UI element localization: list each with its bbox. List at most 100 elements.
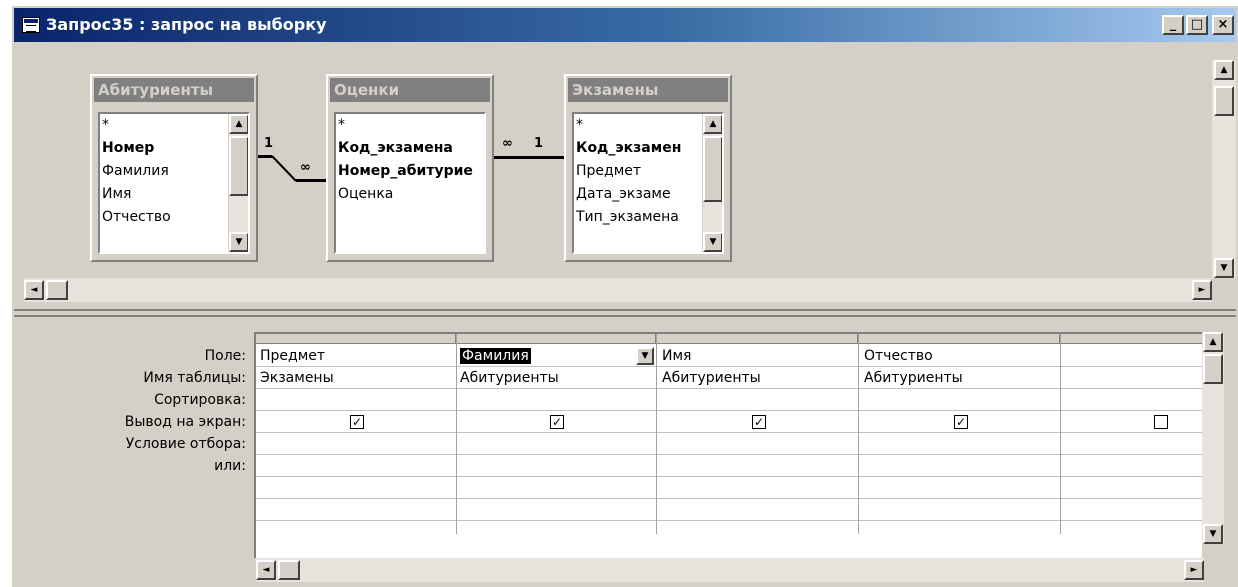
table-cell[interactable]: Абитуриенты	[860, 367, 1060, 389]
field-item[interactable]: Дата_экзаме	[574, 183, 722, 206]
field-item[interactable]: *	[336, 114, 484, 137]
scroll-down-button[interactable]: ▼	[703, 232, 722, 252]
column-selector[interactable]	[1060, 334, 1204, 344]
scroll-thumb[interactable]	[1214, 86, 1234, 116]
scroll-thumb[interactable]	[703, 136, 722, 202]
relationship-many-label: ∞	[300, 160, 311, 175]
field-list-scrollbar[interactable]: ▲ ▼	[228, 114, 248, 252]
field-list-ocenki[interactable]: Оценки * Код_экзамена Номер_абитурие Оце…	[326, 74, 494, 262]
field-list-caption[interactable]: Экзамены	[568, 78, 728, 102]
field-item[interactable]: Фамилия	[100, 160, 248, 183]
row-label-show: Вывод на экран:	[124, 414, 246, 430]
scroll-down-button[interactable]: ▼	[1203, 524, 1223, 544]
scroll-left-button[interactable]: ◄	[256, 560, 276, 580]
field-item-key[interactable]: Номер	[100, 137, 248, 160]
pane-splitter[interactable]	[14, 309, 1236, 317]
row-label-field: Поле:	[204, 348, 246, 364]
minimize-button[interactable]: _	[1162, 15, 1184, 35]
field-list-body: * Код_экзамен Предмет Дата_экзаме Тип_эк…	[572, 112, 724, 254]
field-list-ekzameny[interactable]: Экзамены * Код_экзамен Предмет Дата_экза…	[564, 74, 732, 262]
checkmark-icon: ✓	[351, 415, 363, 429]
field-item-key[interactable]: Код_экзамен	[574, 137, 722, 160]
scroll-down-button[interactable]: ▼	[1214, 258, 1234, 278]
field-list-abiturienty[interactable]: Абитуриенты * Номер Фамилия Имя Отчество…	[90, 74, 258, 262]
show-checkbox-unchecked[interactable]	[1154, 415, 1168, 429]
column-selector[interactable]	[858, 334, 1060, 344]
table-cell[interactable]	[1062, 367, 1204, 389]
scroll-down-icon: ▼	[709, 237, 717, 247]
row-label-or: или:	[214, 458, 246, 474]
relationship-one-label: 1	[534, 136, 544, 151]
field-item[interactable]: Тип_экзамена	[574, 206, 722, 229]
scroll-down-icon: ▼	[1209, 529, 1217, 539]
maximize-button[interactable]: □	[1186, 15, 1208, 35]
show-checkbox[interactable]: ✓	[350, 415, 364, 429]
title-bar[interactable]: Запрос35 : запрос на выборку _ □ ×	[14, 8, 1236, 42]
query-design-grid-pane: Поле: Имя таблицы: Сортировка: Вывод на …	[14, 320, 1236, 587]
relationship-line[interactable]	[494, 156, 564, 159]
table-cell[interactable]: Экзамены	[256, 367, 456, 389]
scroll-right-button[interactable]: ►	[1192, 280, 1212, 300]
scroll-thumb[interactable]	[1203, 354, 1223, 384]
scroll-up-button[interactable]: ▲	[1214, 60, 1234, 80]
row-label-criteria: Условие отбора:	[125, 436, 246, 452]
field-item[interactable]: Имя	[100, 183, 248, 206]
field-cell[interactable]: Отчество	[860, 345, 1060, 367]
table-cell[interactable]: Абитуриенты	[456, 367, 656, 389]
scroll-down-button[interactable]: ▼	[229, 232, 248, 252]
field-item[interactable]: Отчество	[100, 206, 248, 229]
query-grid: Предмет Фамилия ▼ Имя Отчество Экзамены …	[254, 332, 1204, 558]
diagram-vertical-scrollbar[interactable]: ▲ ▼	[1212, 60, 1236, 278]
field-item-key[interactable]: Код_экзамена	[336, 137, 484, 160]
window-title: Запрос35 : запрос на выборку	[46, 15, 327, 34]
close-button[interactable]: ×	[1212, 15, 1234, 35]
scroll-right-icon: ►	[1198, 285, 1206, 295]
scroll-left-icon: ◄	[262, 565, 270, 575]
checkmark-icon: ✓	[753, 415, 765, 429]
field-cell-active[interactable]: Фамилия ▼	[456, 345, 656, 367]
show-checkbox[interactable]: ✓	[550, 415, 564, 429]
field-item-key[interactable]: Номер_абитурие	[336, 160, 484, 183]
field-item[interactable]: *	[574, 114, 722, 137]
scroll-right-button[interactable]: ►	[1184, 560, 1204, 580]
field-cell[interactable]: Предмет	[256, 345, 456, 367]
field-item[interactable]: *	[100, 114, 248, 137]
row-label-table: Имя таблицы:	[143, 370, 246, 386]
field-cell[interactable]	[1062, 345, 1204, 367]
grid-horizontal-scrollbar[interactable]: ◄ ►	[256, 558, 1204, 582]
scroll-up-button[interactable]: ▲	[1203, 332, 1223, 352]
scroll-up-icon: ▲	[709, 119, 717, 129]
scroll-up-icon: ▲	[1220, 65, 1228, 75]
chevron-down-icon: ▼	[641, 351, 649, 361]
column-selector[interactable]	[256, 334, 456, 344]
field-cell[interactable]: Имя	[658, 345, 858, 367]
show-checkbox[interactable]: ✓	[752, 415, 766, 429]
show-checkbox[interactable]: ✓	[954, 415, 968, 429]
scroll-thumb[interactable]	[46, 280, 68, 300]
column-selector[interactable]	[656, 334, 858, 344]
column-selector[interactable]	[456, 334, 656, 344]
scroll-thumb[interactable]	[278, 560, 300, 580]
scroll-down-icon: ▼	[1220, 263, 1228, 273]
relationship-many-label: ∞	[502, 136, 513, 151]
field-cell-selected-text[interactable]: Фамилия	[460, 348, 531, 364]
relationship-one-label: 1	[264, 136, 274, 151]
field-dropdown-button[interactable]: ▼	[636, 347, 654, 365]
scroll-thumb[interactable]	[229, 136, 248, 196]
field-list-scrollbar[interactable]: ▲ ▼	[702, 114, 722, 252]
checkmark-icon: ✓	[551, 415, 563, 429]
grid-vertical-scrollbar[interactable]: ▲ ▼	[1202, 332, 1224, 544]
field-item[interactable]: Оценка	[336, 183, 484, 206]
scroll-up-button[interactable]: ▲	[229, 114, 248, 134]
field-list-caption[interactable]: Абитуриенты	[94, 78, 254, 102]
scroll-up-icon: ▲	[1209, 337, 1217, 347]
relationship-line[interactable]	[296, 179, 326, 182]
scroll-up-button[interactable]: ▲	[703, 114, 722, 134]
diagram-horizontal-scrollbar[interactable]: ◄ ►	[24, 278, 1212, 302]
field-item[interactable]: Предмет	[574, 160, 722, 183]
table-cell[interactable]: Абитуриенты	[658, 367, 858, 389]
query-window-icon[interactable]	[22, 17, 40, 33]
scroll-right-icon: ►	[1190, 565, 1198, 575]
field-list-caption[interactable]: Оценки	[330, 78, 490, 102]
scroll-left-button[interactable]: ◄	[24, 280, 44, 300]
